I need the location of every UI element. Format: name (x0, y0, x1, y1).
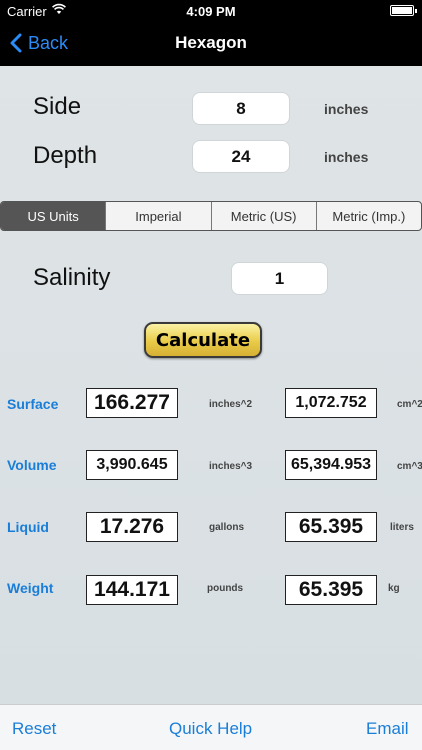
side-unit: inches (324, 101, 369, 117)
surface-metric-unit: cm^2 (397, 399, 422, 410)
calculate-button[interactable]: Calculate (144, 322, 262, 358)
weight-us-value: 144.171 (86, 575, 178, 605)
depth-input[interactable]: 24 (193, 141, 289, 172)
tab-metric-imp[interactable]: Metric (Imp.) (317, 202, 421, 230)
tab-us-units[interactable]: US Units (1, 202, 107, 230)
salinity-input[interactable]: 1 (232, 263, 327, 294)
quick-help-button[interactable]: Quick Help (169, 719, 252, 739)
volume-us-value: 3,990.645 (86, 450, 178, 480)
surface-label: Surface (7, 396, 59, 412)
tab-imperial[interactable]: Imperial (106, 202, 212, 230)
volume-metric-unit: cm^3 (397, 461, 422, 472)
status-bar: Carrier 4:09 PM (0, 0, 422, 22)
salinity-label: Salinity (33, 264, 111, 291)
volume-metric-value: 65,394.953 (285, 450, 377, 480)
tab-metric-us[interactable]: Metric (US) (212, 202, 317, 230)
calculator-panel: Side 8 inches Depth 24 inches US Units I… (0, 66, 422, 704)
surface-metric-value: 1,072.752 (285, 388, 377, 418)
clock: 4:09 PM (186, 4, 236, 19)
depth-unit: inches (324, 149, 369, 165)
surface-us-unit: inches^2 (209, 399, 253, 410)
battery-icon (390, 5, 417, 16)
weight-metric-value: 65.395 (285, 575, 377, 605)
weight-us-unit: pounds (207, 583, 244, 594)
email-button[interactable]: Email (366, 719, 409, 739)
side-label: Side (33, 93, 82, 120)
liquid-us-value: 17.276 (86, 512, 178, 542)
unit-system-selector: US Units Imperial Metric (US) Metric (Im… (0, 201, 422, 231)
weight-label: Weight (7, 580, 54, 596)
top-bar: Carrier 4:09 PM Back Hexagon (0, 0, 422, 66)
liquid-label: Liquid (7, 519, 49, 535)
liquid-metric-value: 65.395 (285, 512, 377, 542)
page-title: Hexagon (175, 33, 247, 52)
depth-label: Depth (33, 142, 98, 169)
reset-button[interactable]: Reset (12, 719, 56, 739)
side-input[interactable]: 8 (193, 93, 289, 124)
surface-us-value: 166.277 (86, 388, 178, 418)
volume-us-unit: inches^3 (209, 461, 253, 472)
liquid-us-unit: gallons (209, 522, 245, 533)
bottom-toolbar: Reset Quick Help Email (0, 704, 422, 750)
volume-label: Volume (7, 457, 57, 473)
liquid-metric-unit: liters (390, 522, 414, 533)
weight-metric-unit: kg (388, 583, 400, 594)
